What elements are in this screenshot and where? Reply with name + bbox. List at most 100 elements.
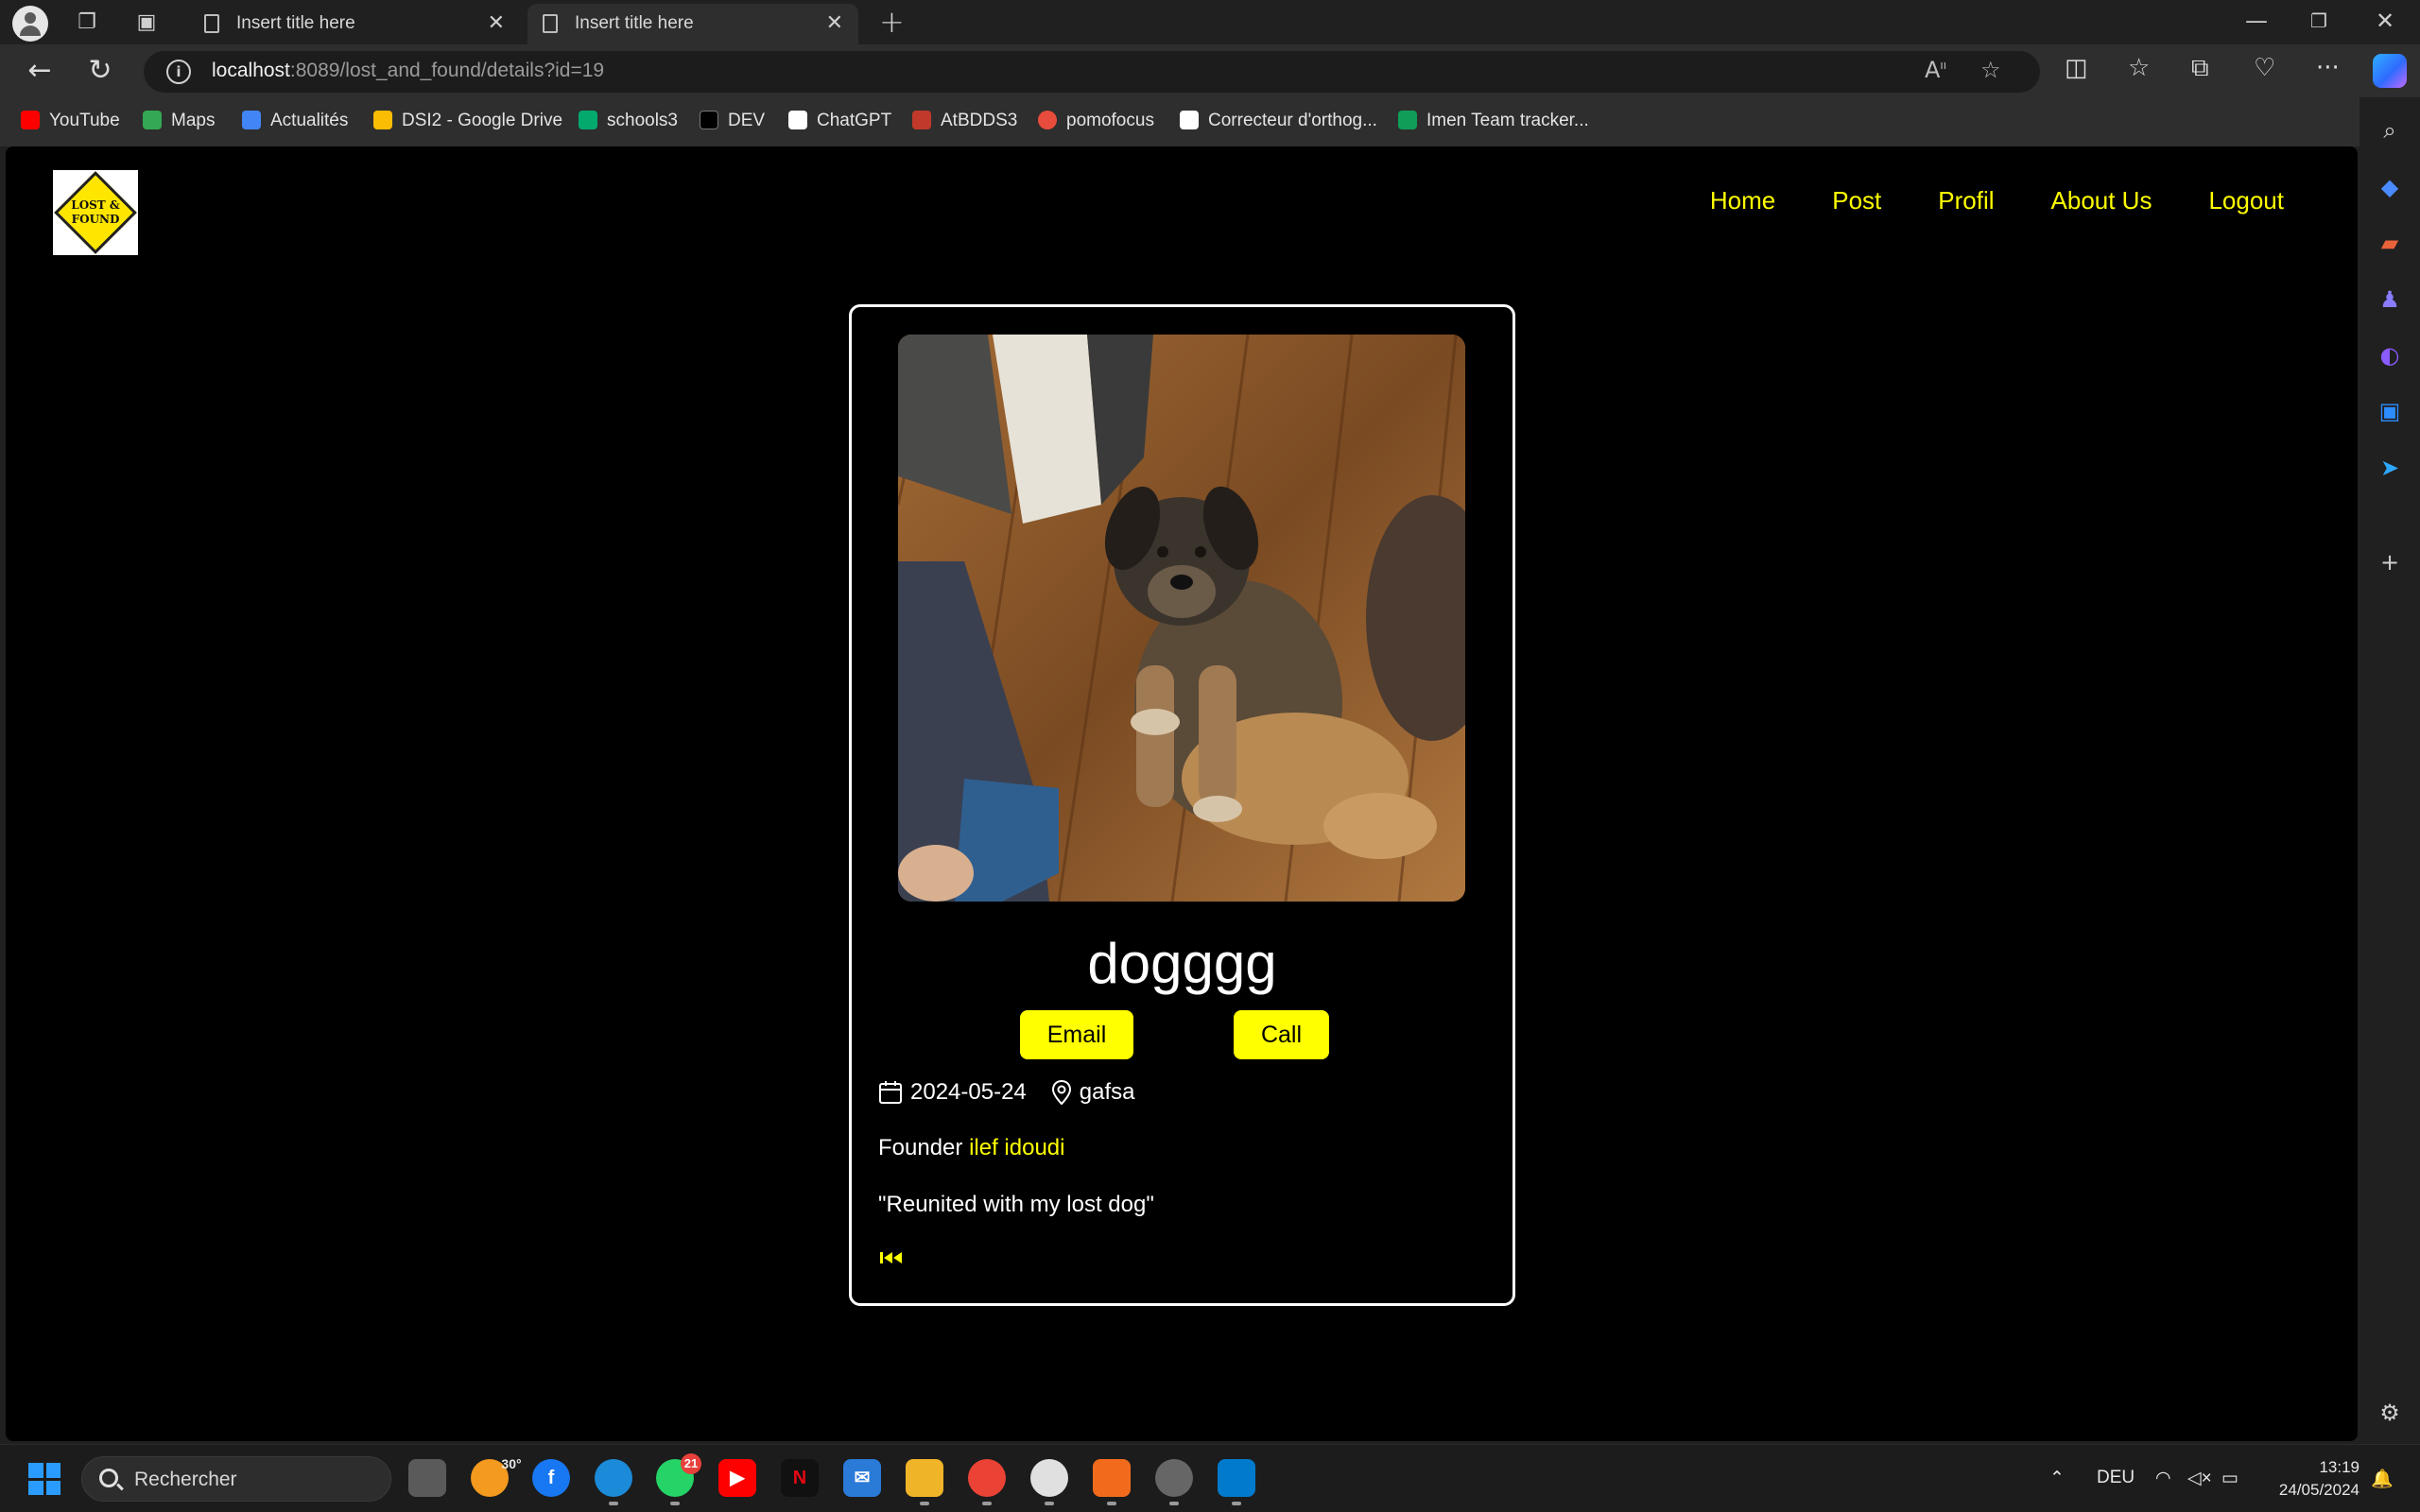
running-indicator xyxy=(1045,1502,1054,1505)
close-tab-icon[interactable]: ✕ xyxy=(826,11,843,35)
founder-label: Founder xyxy=(878,1135,963,1160)
close-tab-icon[interactable]: ✕ xyxy=(488,11,505,35)
drive-icon xyxy=(373,111,392,129)
file-explorer-icon[interactable] xyxy=(906,1459,943,1505)
youtube-icon xyxy=(21,111,40,129)
bookmark-imen-team-tracker[interactable]: Imen Team tracker... xyxy=(1398,109,1589,133)
netflix-icon[interactable]: N xyxy=(781,1459,819,1497)
main-nav: Home Post Profil About Us Logout xyxy=(1710,186,2284,215)
wifi-icon[interactable]: ◠ xyxy=(2155,1468,2171,1489)
volume-muted-icon[interactable]: ◁× xyxy=(2187,1468,2212,1489)
restore-icon[interactable]: ❐ xyxy=(2310,9,2327,32)
windows-start-icon[interactable] xyxy=(28,1463,60,1495)
back-rewind-icon[interactable] xyxy=(878,1248,905,1267)
back-arrow-icon[interactable]: ← xyxy=(21,52,59,90)
copilot-icon[interactable] xyxy=(2373,54,2407,88)
bookmark-label: Maps xyxy=(171,111,216,130)
bookmark-chatgpt[interactable]: ChatGPT xyxy=(788,109,891,133)
bookmark-schools3[interactable]: schools3 xyxy=(579,109,678,133)
bookmark-pomofocus[interactable]: pomofocus xyxy=(1038,109,1154,133)
url-text[interactable]: localhost:8089/lost_and_found/details?id… xyxy=(212,60,604,82)
sheets-icon xyxy=(1398,111,1417,129)
outlook-icon[interactable]: ▣ xyxy=(2377,398,2403,424)
founder-name-link[interactable]: ilef idoudi xyxy=(969,1135,1064,1160)
bookmark-dev[interactable]: DEV xyxy=(700,109,765,133)
window-close-icon[interactable]: ✕ xyxy=(2376,8,2394,34)
bookmark-correcteur[interactable]: Correcteur d'orthog... xyxy=(1180,109,1377,133)
split-screen-icon[interactable]: ◫ xyxy=(2065,54,2088,82)
system-clock[interactable]: 13:19 24/05/2024 xyxy=(2269,1456,2360,1502)
bookmark-label: AtBDDS3 xyxy=(941,111,1018,130)
browser-essentials-icon[interactable]: ♡ xyxy=(2254,54,2275,82)
youtube-app-icon[interactable]: ▶ xyxy=(718,1459,756,1497)
copilot-sidebar-icon[interactable]: ◐ xyxy=(2377,342,2403,369)
tab-2-active[interactable]: Insert title here ✕ xyxy=(527,4,858,44)
task-view-icon[interactable] xyxy=(408,1459,446,1497)
chatgpt-app-icon[interactable] xyxy=(1030,1459,1068,1505)
xampp-icon[interactable] xyxy=(1093,1459,1131,1505)
nav-logout[interactable]: Logout xyxy=(2208,186,2284,215)
settings-gear-icon[interactable]: ⚙ xyxy=(2377,1400,2403,1426)
correcteur-icon xyxy=(1180,111,1199,129)
nav-about-us[interactable]: About Us xyxy=(2051,186,2152,215)
more-menu-icon[interactable]: ··· xyxy=(2316,54,2340,82)
favorite-star-icon[interactable]: ☆ xyxy=(1980,57,2001,83)
site-logo[interactable]: LOST & FOUND xyxy=(53,170,138,255)
workspaces-icon[interactable]: ❐ xyxy=(74,9,100,36)
add-sidebar-app-icon[interactable]: + xyxy=(2377,549,2403,576)
shopping-tag-icon[interactable]: ◆ xyxy=(2377,174,2403,200)
new-tab-icon[interactable]: + xyxy=(879,4,905,40)
battery-icon[interactable]: ▭ xyxy=(2221,1468,2238,1489)
tools-icon[interactable]: ▰ xyxy=(2377,230,2403,256)
taskbar-search[interactable]: Rechercher xyxy=(81,1456,391,1502)
send-icon[interactable]: ➤ xyxy=(2377,455,2403,481)
mail-icon[interactable]: ✉ xyxy=(843,1459,881,1497)
call-button[interactable]: Call xyxy=(1234,1010,1329,1059)
post-location: gafsa xyxy=(1079,1079,1135,1105)
weather-temp: 30° xyxy=(501,1456,522,1471)
running-indicator xyxy=(920,1502,929,1505)
search-icon xyxy=(99,1469,118,1487)
bookmark-label: DEV xyxy=(728,111,766,130)
maps-icon xyxy=(143,111,162,129)
bookmark-maps[interactable]: Maps xyxy=(143,109,215,133)
bookmark-actualites[interactable]: Actualités xyxy=(242,109,348,133)
collections-icon[interactable]: ⧉ xyxy=(2191,54,2209,83)
address-bar[interactable]: i localhost:8089/lost_and_found/details?… xyxy=(144,51,2040,93)
minimize-icon[interactable]: — xyxy=(2245,8,2268,34)
vscode-icon[interactable] xyxy=(1218,1459,1255,1505)
bookmark-atbdds3[interactable]: AtBDDS3 xyxy=(912,109,1017,133)
favorites-icon[interactable]: ☆ xyxy=(2128,54,2150,82)
chatgpt-icon xyxy=(788,111,807,129)
search-icon[interactable]: ⌕ xyxy=(2377,117,2403,144)
language-indicator[interactable]: DEU xyxy=(2097,1468,2135,1488)
email-button[interactable]: Email xyxy=(1020,1010,1133,1059)
weather-icon[interactable]: 30° xyxy=(471,1456,522,1497)
edge-icon[interactable] xyxy=(595,1459,632,1505)
site-info-icon[interactable]: i xyxy=(166,60,191,84)
read-aloud-icon[interactable]: Aıı xyxy=(1925,57,1946,83)
nav-post[interactable]: Post xyxy=(1832,186,1881,215)
bookmark-google-drive[interactable]: DSI2 - Google Drive xyxy=(373,109,562,133)
tray-chevron-icon[interactable]: ⌃ xyxy=(2049,1468,2065,1489)
chrome-icon[interactable] xyxy=(968,1459,1006,1505)
whatsapp-badge: 21 xyxy=(681,1453,701,1474)
nav-profil[interactable]: Profil xyxy=(1938,186,1994,215)
vertical-tabs-icon[interactable]: ▣ xyxy=(133,9,160,36)
bookmark-youtube[interactable]: YouTube xyxy=(21,109,120,133)
news-icon xyxy=(242,111,261,129)
refresh-icon[interactable]: ↻ xyxy=(81,52,119,90)
tab-title: Insert title here xyxy=(236,13,355,33)
search-placeholder: Rechercher xyxy=(134,1469,237,1490)
profile-avatar-icon[interactable] xyxy=(12,6,48,42)
settings-app-icon[interactable] xyxy=(1155,1459,1193,1505)
post-photo xyxy=(898,335,1465,902)
nav-home[interactable]: Home xyxy=(1710,186,1775,215)
post-meta: 2024-05-24 gafsa xyxy=(878,1079,1134,1106)
games-icon[interactable]: ♟ xyxy=(2377,286,2403,313)
facebook-icon[interactable]: f xyxy=(532,1459,570,1497)
tab-1[interactable]: Insert title here ✕ xyxy=(189,4,520,44)
whatsapp-icon[interactable]: 21 xyxy=(656,1453,701,1505)
windows-taskbar: Rechercher 30° f 21 ▶ N ✉ ⌃ DEU ◠ ◁× ▭ 1… xyxy=(0,1444,2420,1512)
notification-bell-icon[interactable]: 🔔 xyxy=(2371,1468,2394,1490)
